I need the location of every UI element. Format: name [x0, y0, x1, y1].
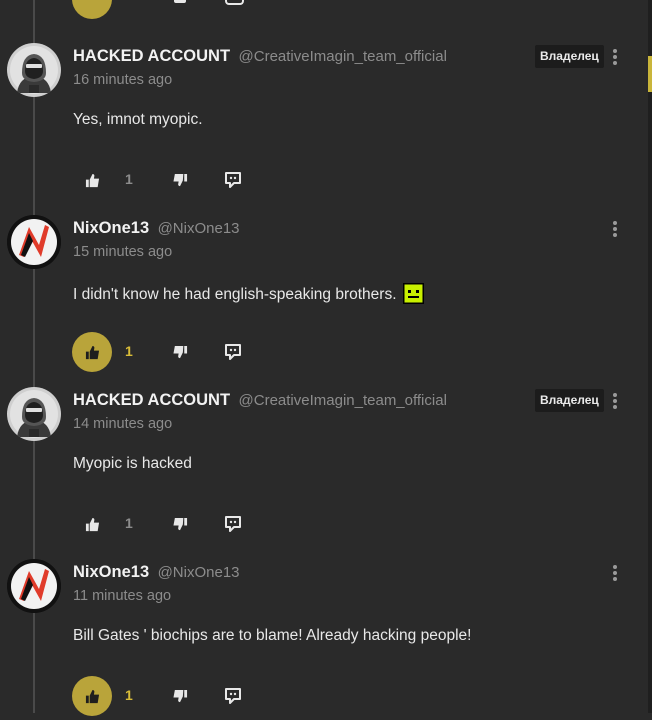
avatar[interactable]: [7, 43, 61, 97]
username[interactable]: NixOne13: [73, 219, 149, 237]
comment-text: Yes, imnot myopic.: [73, 111, 203, 128]
user-handle[interactable]: @NixOne13: [158, 564, 240, 581]
more-vertical-icon[interactable]: [603, 387, 627, 415]
like-button[interactable]: [72, 332, 112, 372]
like-button[interactable]: [72, 676, 112, 716]
thumbs-up-icon: [85, 345, 99, 359]
reply-icon[interactable]: [225, 0, 244, 5]
nix-avatar-icon: [7, 559, 61, 613]
thumbs-up-icon: [85, 689, 99, 703]
reply-button[interactable]: [223, 514, 243, 534]
username[interactable]: NixOne13: [73, 563, 149, 581]
timestamp[interactable]: 16 minutes ago: [73, 72, 172, 88]
comment-text: I didn't know he had english-speaking br…: [73, 283, 424, 309]
hacker-avatar-icon: [7, 43, 61, 97]
username[interactable]: HACKED ACCOUNT: [73, 391, 230, 409]
scroll-edge: [648, 0, 652, 713]
nix-avatar-icon: [7, 215, 61, 269]
side-tab[interactable]: [648, 56, 652, 92]
dislike-button[interactable]: [170, 170, 190, 190]
previous-comment-actions: [0, 0, 648, 19]
reply-button[interactable]: [223, 686, 243, 706]
dislike-button[interactable]: [170, 342, 190, 362]
comment-text: Bill Gates ' biochips are to blame! Alre…: [73, 627, 472, 644]
thumbs-down-icon: [172, 173, 187, 186]
user-handle[interactable]: @CreativeImagin_team_official: [239, 392, 447, 409]
reply-icon: [225, 516, 241, 532]
more-vertical-icon[interactable]: [603, 215, 627, 243]
user-handle[interactable]: @CreativeImagin_team_official: [239, 48, 447, 65]
thumbs-down-icon: [172, 689, 187, 702]
more-vertical-icon[interactable]: [603, 43, 627, 71]
user-handle[interactable]: @NixOne13: [158, 220, 240, 237]
thumbs-up-icon: [85, 517, 99, 531]
like-button[interactable]: [72, 0, 112, 19]
owner-badge: Владелец: [535, 389, 604, 412]
dislike-button[interactable]: [170, 514, 190, 534]
dislike-button[interactable]: [170, 686, 190, 706]
timestamp[interactable]: 14 minutes ago: [73, 416, 172, 432]
avatar[interactable]: [7, 387, 61, 441]
thumbs-up-icon: [85, 173, 99, 187]
reply-button[interactable]: [223, 170, 243, 190]
more-vertical-icon[interactable]: [603, 559, 627, 587]
thumbs-down-icon[interactable]: [174, 0, 186, 3]
avatar[interactable]: [7, 559, 61, 613]
reply-icon: [225, 172, 241, 188]
thumbs-down-icon: [172, 517, 187, 530]
neutral-face-emoji-icon: [402, 283, 424, 309]
reply-icon: [225, 688, 241, 704]
like-button[interactable]: [72, 160, 112, 200]
like-count: 1: [125, 687, 133, 703]
thumbs-down-icon: [172, 345, 187, 358]
username[interactable]: HACKED ACCOUNT: [73, 47, 230, 65]
comment: NixOne13 @NixOne13 15 minutes ago I didn…: [0, 204, 648, 376]
owner-badge: Владелец: [535, 45, 604, 68]
reply-icon: [225, 344, 241, 360]
comment-text: Myopic is hacked: [73, 455, 192, 472]
avatar[interactable]: [7, 215, 61, 269]
comment-text-content: I didn't know he had english-speaking br…: [73, 286, 397, 303]
timestamp[interactable]: 15 minutes ago: [73, 244, 172, 260]
comment: NixOne13 @NixOne13 11 minutes ago Bill G…: [0, 548, 648, 720]
comment: HACKED ACCOUNT @CreativeImagin_team_offi…: [0, 32, 648, 204]
like-count: 1: [125, 515, 133, 531]
timestamp[interactable]: 11 minutes ago: [73, 588, 171, 604]
hacker-avatar-icon: [7, 387, 61, 441]
like-button[interactable]: [72, 504, 112, 544]
like-count: 1: [125, 171, 133, 187]
comment: HACKED ACCOUNT @CreativeImagin_team_offi…: [0, 376, 648, 548]
reply-button[interactable]: [223, 342, 243, 362]
like-count: 1: [125, 343, 133, 359]
